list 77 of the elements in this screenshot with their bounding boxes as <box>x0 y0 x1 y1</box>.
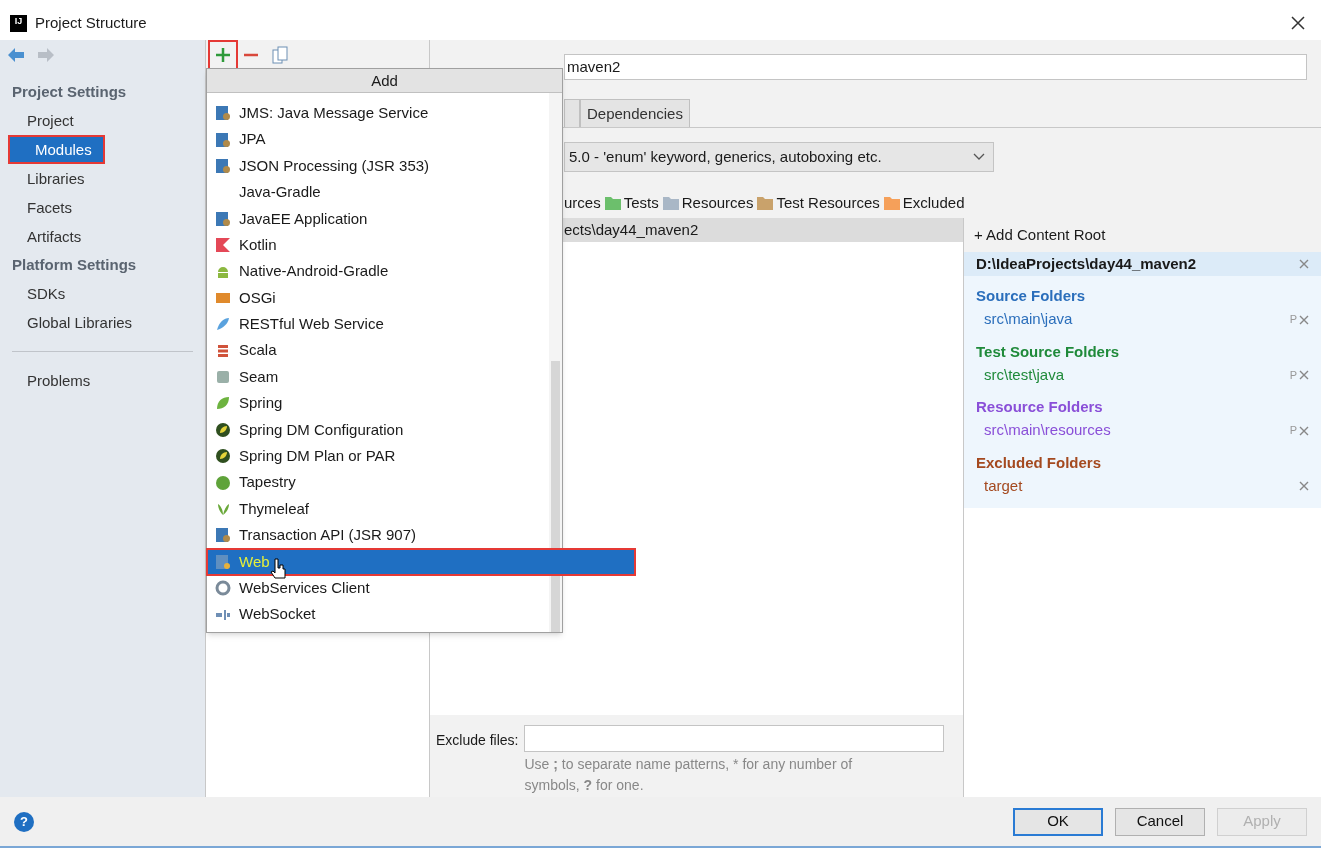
folder-group-title: Excluded Folders <box>976 452 1103 473</box>
tab[interactable]: Dependencies <box>580 99 690 127</box>
dialog-button[interactable]: OK <box>1013 807 1103 836</box>
mark-as-option[interactable]: Resources <box>681 191 754 215</box>
popup-item[interactable]: Web <box>207 548 635 576</box>
popup-item[interactable]: Spring DM Configuration <box>207 416 549 444</box>
folder-path: src\main\java <box>984 309 1074 330</box>
module-icon <box>215 131 231 148</box>
sidebar-item[interactable]: Facets <box>0 193 205 222</box>
mark-as-option[interactable]: urces <box>564 191 601 215</box>
sidebar-item[interactable]: Global Libraries <box>0 308 205 337</box>
add-button[interactable] <box>210 41 236 68</box>
popup-item[interactable]: Scala <box>207 337 549 364</box>
folder-path: src\test\java <box>984 364 1066 385</box>
popup-item[interactable]: Native-Android-Gradle <box>207 258 549 285</box>
dialog-button[interactable]: Cancel <box>1115 807 1205 836</box>
popup-item[interactable]: JSON Processing (JSR 353) <box>207 152 549 180</box>
gear-icon <box>215 580 231 597</box>
mark-as-option[interactable]: Excluded <box>902 191 965 215</box>
kotlin-icon <box>215 237 231 254</box>
sidebar-item[interactable]: Artifacts <box>0 222 205 251</box>
popup-item[interactable]: Spring <box>207 390 549 417</box>
folder-group-title: Source Folders <box>976 286 1087 306</box>
stack-icon <box>215 342 231 359</box>
popup-item[interactable]: OSGi <box>207 284 549 312</box>
popup-item[interactable]: WebServices Client <box>207 575 549 602</box>
field-label: Exclude files: <box>436 731 519 750</box>
popup-item[interactable]: JMS: Java Message Service <box>207 100 549 127</box>
folder-path: src\main\resources <box>984 420 1112 441</box>
mark-as-option[interactable]: Test Resources <box>776 191 880 215</box>
leaf-icon <box>215 395 231 412</box>
module-icon <box>215 105 231 122</box>
exclude-files-field[interactable] <box>524 725 945 752</box>
hint-text: Use ; to separate name patterns, * for any number of symbols, ? for one. <box>524 755 854 795</box>
tapestry-icon <box>215 474 231 491</box>
module-icon <box>215 210 231 227</box>
chevron-down-icon <box>973 153 985 161</box>
sidebar-item[interactable]: Problems <box>0 366 205 395</box>
sidebar-item[interactable]: Project <box>0 106 205 135</box>
folder-group-title: Resource Folders <box>976 397 1104 417</box>
scrollbar[interactable] <box>549 93 562 632</box>
folder-path: target <box>984 475 1024 496</box>
popup-item[interactable]: RESTful Web Service <box>207 311 549 338</box>
copy-icon[interactable] <box>272 45 288 64</box>
module-icon <box>215 157 231 174</box>
language-level-dropdown[interactable]: 5.0 - 'enum' keyword, generics, autoboxing etc. <box>564 142 994 172</box>
mark-as-option[interactable]: Tests <box>623 191 659 215</box>
popup-item[interactable]: Transaction API (JSR 907) <box>207 522 549 549</box>
web-module-icon <box>215 553 231 570</box>
popup-item[interactable]: Seam <box>207 363 549 391</box>
popup-item[interactable]: Tapestry <box>207 469 549 496</box>
name-field[interactable]: maven2 <box>564 54 1307 80</box>
hand-cursor-icon <box>270 558 288 580</box>
folder-group-title: Test Source Folders <box>976 341 1121 362</box>
popup-item[interactable]: Java-Gradle <box>207 179 549 206</box>
section-header: Project Settings <box>11 82 128 102</box>
help-button[interactable]: ? <box>14 811 34 832</box>
sidebar-item[interactable]: Modules <box>8 135 105 164</box>
leaf-icon <box>215 421 231 438</box>
popup-item[interactable]: Spring DM Plan or PAR <box>207 443 549 470</box>
content-root-path: D:\IdeaProjects\day44_maven2 <box>976 253 1198 274</box>
app-logo: IJ <box>10 14 27 32</box>
window-title: Project Structure <box>35 12 147 33</box>
popup-item[interactable]: Thymeleaf <box>207 495 549 523</box>
sidebar-item[interactable]: SDKs <box>0 279 205 308</box>
popup-title: Add <box>207 69 562 93</box>
stack-icon <box>215 369 231 386</box>
module-icon <box>215 527 231 544</box>
section-header: Platform Settings <box>11 255 138 275</box>
feather-icon <box>215 316 231 333</box>
leaf-icon <box>215 448 231 465</box>
sidebar-item[interactable]: Libraries <box>0 164 205 193</box>
popup-item[interactable]: WebSocket <box>207 601 549 628</box>
back-arrow-icon[interactable] <box>8 48 24 62</box>
close-icon[interactable] <box>1291 16 1305 30</box>
popup-item[interactable]: JPA <box>207 126 549 153</box>
plus-icon <box>216 47 230 62</box>
